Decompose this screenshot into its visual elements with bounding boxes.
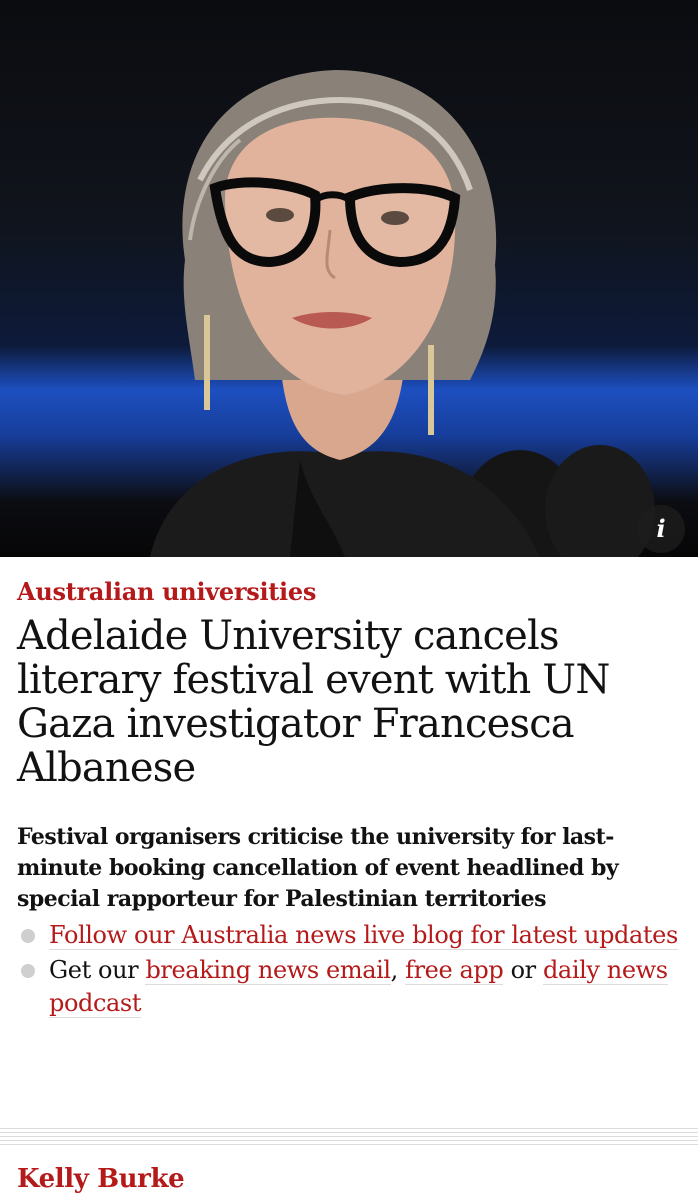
separator-text: , (390, 956, 406, 984)
bullet-dot-icon (21, 929, 35, 943)
bullet-prefix-text: Get our (49, 956, 146, 984)
free-app-link[interactable]: free app (405, 956, 504, 985)
divider-rules (0, 1128, 698, 1148)
article-headline: Adelaide University cancels literary fes… (17, 613, 610, 791)
bullet-dot-icon (21, 964, 35, 978)
related-links-list: Follow our Australia news live blog for … (17, 919, 685, 1020)
info-icon: i (656, 514, 666, 543)
hero-image: i (0, 0, 698, 557)
section-kicker-link[interactable]: Australian universities (17, 572, 685, 612)
info-button[interactable]: i (637, 505, 685, 553)
live-blog-link[interactable]: Follow our Australia news live blog for … (49, 921, 678, 950)
hero-photo (150, 70, 655, 557)
breaking-news-email-link[interactable]: breaking news email (145, 956, 391, 985)
author-byline-link[interactable]: Kelly Burke (17, 1162, 185, 1196)
article-standfirst: Festival organisers criticise the univer… (17, 824, 619, 912)
list-item: Follow our Australia news live blog for … (17, 919, 685, 952)
separator-text: or (503, 956, 543, 984)
article-header: Australian universities Adelaide Univers… (17, 572, 685, 1036)
list-item: Get our breaking news email, free app or… (17, 954, 685, 1020)
